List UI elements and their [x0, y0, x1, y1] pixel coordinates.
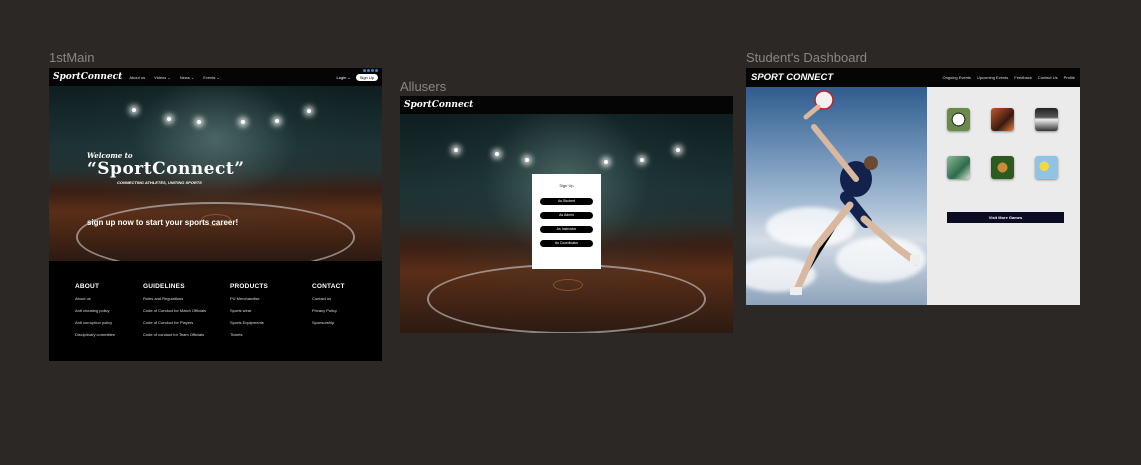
- nav-link-news[interactable]: News ⌄: [180, 75, 194, 80]
- main-footer: ABOUT About us Anti cheating policy Anti…: [49, 261, 382, 361]
- footer-link[interactable]: Privacy Policy: [312, 308, 345, 320]
- signup-modal-title: Sign Up: [559, 183, 574, 188]
- spotlight-icon: [307, 109, 311, 113]
- allusers-topbar: SportConnect: [400, 96, 733, 114]
- player-silhouette-icon: [790, 90, 920, 296]
- footer-link[interactable]: Sports Equipments: [230, 320, 268, 332]
- footer-link[interactable]: PU Merchandise: [230, 296, 268, 308]
- footer-link[interactable]: Rules and Regulations: [143, 296, 206, 308]
- footer-link[interactable]: Code of conduct for Team Officials: [143, 332, 206, 344]
- dashboard-navbar: SPORT CONNECT Ongoing Events Upcoming Ev…: [746, 68, 1080, 87]
- nav-link-profile[interactable]: Profile: [1064, 75, 1075, 80]
- court-circle: [75, 202, 356, 261]
- footer-link[interactable]: Tickets: [230, 332, 268, 344]
- hero-cta-text: sign up now to start your sports career!: [87, 218, 239, 227]
- social-icon[interactable]: [367, 69, 370, 72]
- spotlight-icon: [197, 120, 201, 124]
- footer-link[interactable]: Code of Conduct for Match Officials: [143, 308, 206, 320]
- hero-tagline: CONNECTING ATHLETES, UNITING SPORTS: [117, 180, 202, 185]
- nav-link-events[interactable]: Events ⌄: [203, 75, 220, 80]
- spotlight-icon: [640, 158, 644, 162]
- footer-link[interactable]: Sponsorship: [312, 320, 345, 332]
- frame-label-main: 1stMain: [49, 50, 95, 65]
- nav-link-about[interactable]: About us: [129, 75, 145, 80]
- team-tile-icon[interactable]: [1035, 108, 1058, 131]
- student-dashboard-frame: SPORT CONNECT Ongoing Events Upcoming Ev…: [746, 68, 1080, 305]
- sports-panel: Visit More Games: [927, 87, 1080, 305]
- spotlight-icon: [604, 160, 608, 164]
- visit-more-games-button[interactable]: Visit More Games: [947, 212, 1064, 223]
- football-tile-icon[interactable]: [991, 156, 1014, 179]
- footer-link[interactable]: Sports wear: [230, 308, 268, 320]
- brand-logo[interactable]: SPORT CONNECT: [751, 72, 833, 83]
- footer-link[interactable]: Anti corruption policy: [75, 320, 115, 332]
- footer-heading: CONTACT: [312, 283, 345, 290]
- as-student-button[interactable]: As Student: [540, 198, 593, 205]
- soccer-tile-icon[interactable]: [947, 108, 970, 131]
- as-coordinator-button[interactable]: As Coordinator: [540, 240, 593, 247]
- hero-title: “SportConnect”: [87, 159, 245, 179]
- badminton-tile-icon[interactable]: [947, 156, 970, 179]
- nav-link-upcoming-events[interactable]: Upcoming Events: [977, 75, 1008, 80]
- frame-label-allusers: Allusers: [400, 79, 447, 94]
- spotlight-icon: [132, 108, 136, 112]
- spotlight-icon: [275, 119, 279, 123]
- social-icons: [363, 69, 378, 72]
- as-instructor-button[interactable]: As Instructor: [540, 226, 593, 233]
- volleyball-tile-icon[interactable]: [1035, 156, 1058, 179]
- main-nav-links: About us Videos ⌄ News ⌄ Events ⌄: [129, 75, 220, 80]
- footer-heading: GUIDELINES: [143, 283, 185, 290]
- dashboard-nav-links: Ongoing Events Upcoming Events Feedback …: [942, 75, 1075, 80]
- footer-col-products: PRODUCTS PU Merchandise Sports wear Spor…: [230, 283, 268, 344]
- spotlight-icon: [241, 120, 245, 124]
- footer-heading: ABOUT: [75, 283, 100, 290]
- signup-modal: Sign Up As Student As Admin As Instructo…: [532, 174, 601, 269]
- hero-arena-image: Welcome to “SportConnect” CONNECTING ATH…: [49, 86, 382, 261]
- allusers-frame: SportConnect Sign Up As Student As Admin…: [400, 96, 733, 333]
- nav-link-videos[interactable]: Videos ⌄: [154, 75, 171, 80]
- basketball-tile-icon[interactable]: [991, 108, 1014, 131]
- court-center: [553, 279, 583, 291]
- footer-link[interactable]: Contact us: [312, 296, 345, 308]
- frame-label-dashboard: Student's Dashboard: [746, 50, 868, 65]
- footer-link[interactable]: About us: [75, 296, 115, 308]
- nav-link-contact-us[interactable]: Contact Us: [1038, 75, 1058, 80]
- brand-logo[interactable]: SportConnect: [404, 100, 473, 110]
- social-icon[interactable]: [363, 69, 366, 72]
- social-icon[interactable]: [371, 69, 374, 72]
- court-circle: [426, 264, 707, 333]
- footer-col-about: ABOUT About us Anti cheating policy Anti…: [75, 283, 115, 344]
- brand-logo[interactable]: SportConnect: [53, 72, 122, 82]
- footer-link[interactable]: Disciplinary committee: [75, 332, 115, 344]
- spotlight-icon: [676, 148, 680, 152]
- nav-link-feedback[interactable]: Feedback: [1014, 75, 1032, 80]
- footer-heading: PRODUCTS: [230, 283, 269, 290]
- footer-col-guidelines: GUIDELINES Rules and Regulations Code of…: [143, 283, 206, 344]
- nav-link-ongoing-events[interactable]: Ongoing Events: [942, 75, 970, 80]
- spotlight-icon: [167, 117, 171, 121]
- spotlight-icon: [525, 158, 529, 162]
- social-icon[interactable]: [375, 69, 378, 72]
- footer-link[interactable]: Code of Conduct for Players: [143, 320, 206, 332]
- spotlight-icon: [454, 148, 458, 152]
- spotlight-icon: [495, 152, 499, 156]
- main-page-frame: SportConnect About us Videos ⌄ News ⌄ Ev…: [49, 68, 382, 361]
- footer-link[interactable]: Anti cheating policy: [75, 308, 115, 320]
- as-admin-button[interactable]: As Admin: [540, 212, 593, 219]
- volleyball-player-image: [746, 87, 927, 305]
- main-navbar: SportConnect About us Videos ⌄ News ⌄ Ev…: [49, 68, 382, 86]
- nav-auth: Login ⌄ Sign Up: [337, 73, 378, 81]
- login-dropdown[interactable]: Login ⌄: [337, 75, 351, 80]
- footer-col-contact: CONTACT Contact us Privacy Policy Sponso…: [312, 283, 345, 332]
- signup-button[interactable]: Sign Up: [355, 73, 378, 81]
